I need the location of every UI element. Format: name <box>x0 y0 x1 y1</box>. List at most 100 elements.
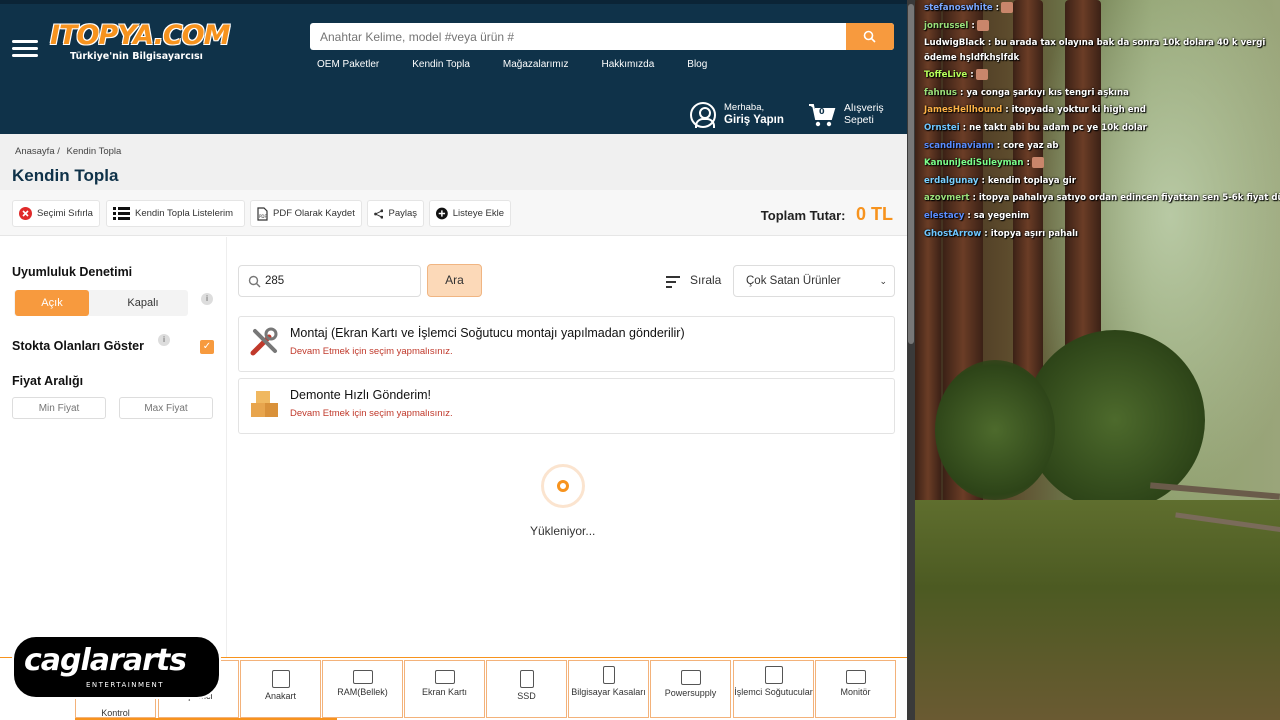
reset-selection-label: Seçimi Sıfırla <box>37 208 93 219</box>
emote-icon <box>1031 157 1044 169</box>
emote-icon <box>975 69 988 81</box>
compat-off-button[interactable]: Kapalı <box>102 290 184 316</box>
category-label: Ekran Kartı <box>421 687 468 697</box>
watermark-name: caglararts <box>24 643 187 678</box>
chat-text: : <box>971 20 975 31</box>
chat-username: GhostArrow <box>924 228 982 239</box>
share-button[interactable]: Paylaş <box>367 200 424 227</box>
pdf-save-button[interactable]: PDF PDF Olarak Kaydet <box>250 200 362 227</box>
menu-icon[interactable] <box>12 40 38 58</box>
chat-username: erdalgunay <box>924 175 979 186</box>
pdf-icon: PDF <box>257 206 268 221</box>
nav-kendin-topla[interactable]: Kendin Topla <box>412 59 470 70</box>
page-title: Kendin Topla <box>12 166 119 185</box>
site-search <box>310 23 894 50</box>
add-to-list-label: Listeye Ekle <box>452 208 504 219</box>
page-scrollbar[interactable] <box>907 0 915 720</box>
category-label: Bilgisayar Kasaları <box>571 687 646 697</box>
price-title: Fiyat Aralığı <box>12 374 84 388</box>
category-ekran-karti[interactable]: Ekran Kartı <box>404 660 485 718</box>
option-card-title: Montaj (Ekran Kartı ve İşlemci Soğutucu … <box>290 326 685 340</box>
chat-username: elestacy <box>924 210 965 221</box>
chat-text: : <box>970 70 974 81</box>
chat-username: LudwigBlack <box>924 38 985 49</box>
nav-magazalarimiz[interactable]: Mağazalarımız <box>503 59 569 70</box>
chat-username: fahnus <box>924 87 958 98</box>
breadcrumb-current[interactable]: Kendin Topla <box>67 146 122 157</box>
logo-tagline: Türkiye'nin Bilgisayarcısı <box>70 51 203 62</box>
chat-username: KanuniJediSuleyman <box>924 158 1024 169</box>
ram-icon <box>352 670 373 684</box>
chat-message: stefanoswhite : <box>924 0 1274 18</box>
chat-text: : itopya aşırı pahalı <box>984 228 1079 239</box>
chat-username: scandinaviann <box>924 140 994 151</box>
pdf-save-label: PDF Olarak Kaydet <box>273 208 355 219</box>
nav-blog[interactable]: Blog <box>687 59 707 70</box>
nav-hakkimizda[interactable]: Hakkımızda <box>601 59 654 70</box>
share-icon <box>374 208 384 219</box>
my-lists-label: Kendin Topla Listelerim <box>135 208 234 219</box>
nav-oem-paketler[interactable]: OEM Paketler <box>317 59 379 70</box>
chat-text: : <box>1026 158 1030 169</box>
option-card-demonte[interactable]: Demonte Hızlı Gönderim! Devam Etmek için… <box>238 378 895 434</box>
product-search <box>238 265 421 297</box>
top-nav: OEM Paketler Kendin Topla Mağazalarımız … <box>317 59 740 70</box>
site-search-button[interactable] <box>846 23 894 50</box>
category-powersupply[interactable]: Powersupply <box>650 660 731 718</box>
top-strip <box>0 0 907 4</box>
category-anakart[interactable]: Anakart <box>240 660 321 718</box>
chat-text: : ne taktı abi bu adam pc ye 10k dolar <box>962 122 1147 133</box>
category-label: Powersupply <box>664 688 717 698</box>
gpu-icon <box>434 670 455 684</box>
min-price-input[interactable] <box>12 397 106 419</box>
psu-icon <box>680 670 701 685</box>
chat-text: : sa yegenim <box>967 210 1030 221</box>
case-icon <box>602 666 615 684</box>
chat-message: erdalgunay : kendin toplaya gir <box>924 173 1274 191</box>
search-icon <box>248 275 261 288</box>
category-monitor[interactable]: Monitör <box>815 660 896 718</box>
compat-info-icon[interactable]: i <box>201 293 213 305</box>
user-icon <box>690 102 716 128</box>
option-card-title: Demonte Hızlı Gönderim! <box>290 388 432 402</box>
sort-select[interactable]: Çok Satan Ürünler ⌄ <box>733 265 895 297</box>
forest-ground <box>915 500 1280 720</box>
account-greeting: Merhaba, <box>724 102 765 113</box>
my-lists-button[interactable]: Kendin Topla Listelerim <box>106 200 245 227</box>
category-label: SSD <box>517 691 536 701</box>
stream-background: stefanoswhite : jonrussel : LudwigBlack … <box>915 0 1280 720</box>
site-search-input[interactable] <box>310 23 846 50</box>
total-label: Toplam Tutar: <box>760 208 846 223</box>
product-search-input[interactable] <box>265 266 415 296</box>
category-ram[interactable]: RAM(Bellek) <box>322 660 403 718</box>
action-bar: Seçimi Sıfırla Kendin Topla Listelerim P… <box>0 190 907 236</box>
ssd-icon <box>519 670 534 688</box>
product-search-button[interactable]: Ara <box>427 264 482 297</box>
compat-on-button[interactable]: Açık <box>15 290 89 316</box>
category-sogutucu[interactable]: İşlemci Soğutucular <box>733 660 814 718</box>
category-ssd[interactable]: SSD <box>486 660 567 718</box>
chat-message: ToffeLive : <box>924 67 1274 85</box>
option-card-note: Devam Etmek için seçim yapmalısınız. <box>290 346 453 357</box>
chat-username: jonrussel <box>924 20 969 31</box>
scrollbar-thumb[interactable] <box>908 4 914 344</box>
chat-message: Ornstei : ne taktı abi bu adam pc ye 10k… <box>924 120 1274 138</box>
reset-selection-button[interactable]: Seçimi Sıfırla <box>12 200 100 227</box>
breadcrumb-home[interactable]: Anasayfa / <box>15 146 60 157</box>
sort-select-value: Çok Satan Ürünler <box>746 275 841 287</box>
category-kasa[interactable]: Bilgisayar Kasaları <box>568 660 649 718</box>
option-card-montaj[interactable]: Montaj (Ekran Kartı ve İşlemci Soğutucu … <box>238 316 895 372</box>
breadcrumb-bar: Anasayfa / Kendin Topla Kendin Topla <box>0 134 907 190</box>
stock-checkbox[interactable]: ✓ <box>200 340 214 354</box>
category-label: İşlemci Soğutucular <box>734 687 813 697</box>
cart-label-1: Alışveriş <box>844 102 884 114</box>
loading-spinner-icon <box>541 464 585 508</box>
add-to-list-button[interactable]: Listeye Ekle <box>429 200 511 227</box>
motherboard-icon <box>271 670 290 688</box>
cart-label-2: Sepeti <box>844 114 874 126</box>
stock-info-icon[interactable]: i <box>158 334 170 346</box>
logo-text: ITOPYA.COM <box>50 20 230 51</box>
site-logo[interactable]: ITOPYA.COM Türkiye'nin Bilgisayarcısı <box>50 20 230 62</box>
max-price-input[interactable] <box>119 397 213 419</box>
account-action: Giriş Yapın <box>724 114 784 126</box>
